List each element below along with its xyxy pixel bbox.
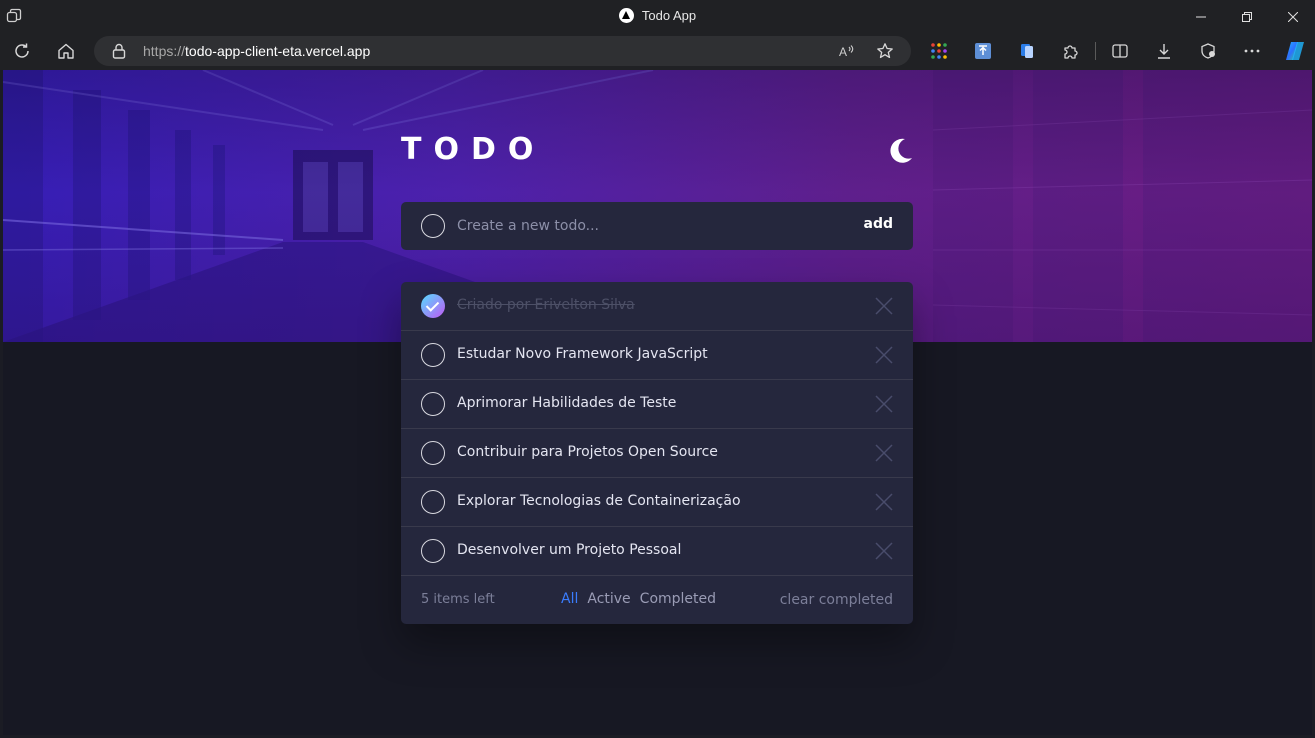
apps-grid-icon[interactable] bbox=[929, 41, 949, 61]
downloads-icon[interactable] bbox=[1154, 41, 1174, 61]
browser-titlebar: Todo App bbox=[0, 0, 1315, 33]
todo-text: Desenvolver um Projeto Pessoal bbox=[457, 542, 682, 558]
todo-footer: 5 items left All Active Completed clear … bbox=[401, 576, 913, 624]
tab-title: Todo App bbox=[641, 8, 697, 23]
collections-extension-icon[interactable] bbox=[1017, 41, 1037, 61]
theme-toggle-moon-icon[interactable] bbox=[885, 136, 915, 166]
upload-extension-icon[interactable] bbox=[973, 41, 993, 61]
filter-group: All Active Completed bbox=[561, 591, 716, 607]
split-screen-icon[interactable] bbox=[1110, 41, 1130, 61]
todo-text: Aprimorar Habilidades de Teste bbox=[457, 395, 677, 411]
toolbar-separator bbox=[1095, 42, 1096, 60]
lock-icon[interactable] bbox=[112, 43, 126, 63]
delete-todo-close-icon[interactable] bbox=[875, 346, 893, 364]
new-todo-circle-checkbox[interactable] bbox=[421, 214, 445, 238]
reload-icon[interactable] bbox=[12, 41, 32, 61]
minimize-button[interactable] bbox=[1178, 0, 1224, 33]
home-icon[interactable] bbox=[56, 41, 76, 61]
todo-item[interactable]: Estudar Novo Framework JavaScript bbox=[401, 331, 913, 380]
delete-todo-close-icon[interactable] bbox=[875, 395, 893, 413]
todo-text: Contribuir para Projetos Open Source bbox=[457, 444, 718, 460]
add-todo-button[interactable]: add bbox=[864, 216, 894, 232]
todo-item[interactable]: Criado por Erivelton Silva bbox=[401, 282, 913, 331]
todo-checkbox-checked[interactable] bbox=[421, 294, 445, 318]
todo-list: Criado por Erivelton Silva Estudar Novo … bbox=[401, 282, 913, 624]
todo-item[interactable]: Contribuir para Projetos Open Source bbox=[401, 429, 913, 478]
url-protocol: https:// bbox=[143, 43, 186, 59]
extensions-puzzle-icon[interactable] bbox=[1061, 41, 1081, 61]
new-todo-input[interactable] bbox=[457, 214, 837, 238]
app-title: TODO bbox=[401, 132, 546, 167]
url-text[interactable]: https://todo-app-client-eta.vercel.app bbox=[143, 43, 370, 59]
new-todo-form: add bbox=[401, 202, 913, 250]
delete-todo-close-icon[interactable] bbox=[875, 444, 893, 462]
todo-checkbox[interactable] bbox=[421, 539, 445, 563]
todo-checkbox[interactable] bbox=[421, 392, 445, 416]
todo-item[interactable]: Aprimorar Habilidades de Teste bbox=[401, 380, 913, 429]
window-title: Todo App bbox=[0, 8, 1315, 23]
filter-active-button[interactable]: Active bbox=[587, 591, 630, 607]
svg-text:A: A bbox=[839, 45, 847, 59]
todo-text: Criado por Erivelton Silva bbox=[457, 297, 635, 313]
todo-checkbox[interactable] bbox=[421, 490, 445, 514]
restore-button[interactable] bbox=[1224, 0, 1270, 33]
browser-essentials-icon[interactable] bbox=[1198, 41, 1218, 61]
filter-completed-button[interactable]: Completed bbox=[640, 591, 716, 607]
page-viewport: TODO add Criado por Erivelton Silva Estu… bbox=[3, 70, 1312, 735]
todo-item[interactable]: Desenvolver um Projeto Pessoal bbox=[401, 527, 913, 576]
copilot-icon[interactable] bbox=[1283, 39, 1307, 63]
todo-checkbox[interactable] bbox=[421, 441, 445, 465]
items-left-count: 5 items left bbox=[421, 592, 495, 607]
delete-todo-close-icon[interactable] bbox=[875, 297, 893, 315]
close-window-button[interactable] bbox=[1270, 0, 1315, 33]
todo-text: Explorar Tecnologias de Containerização bbox=[457, 493, 741, 509]
clear-completed-button[interactable]: clear completed bbox=[780, 592, 893, 608]
filter-all-button[interactable]: All bbox=[561, 591, 578, 607]
todo-text: Estudar Novo Framework JavaScript bbox=[457, 346, 708, 362]
delete-todo-close-icon[interactable] bbox=[875, 493, 893, 511]
url-host: todo-app-client-eta.vercel.app bbox=[185, 43, 371, 59]
read-aloud-icon[interactable]: A bbox=[838, 42, 856, 64]
address-bar[interactable]: https://todo-app-client-eta.vercel.app A bbox=[94, 36, 911, 66]
todo-item[interactable]: Explorar Tecnologias de Containerização bbox=[401, 478, 913, 527]
vercel-favicon-icon bbox=[618, 8, 634, 23]
more-options-icon[interactable] bbox=[1242, 41, 1262, 61]
browser-toolbar: https://todo-app-client-eta.vercel.app A bbox=[0, 33, 1315, 70]
delete-todo-close-icon[interactable] bbox=[875, 542, 893, 560]
favorite-star-icon[interactable] bbox=[876, 42, 894, 64]
todo-checkbox[interactable] bbox=[421, 343, 445, 367]
